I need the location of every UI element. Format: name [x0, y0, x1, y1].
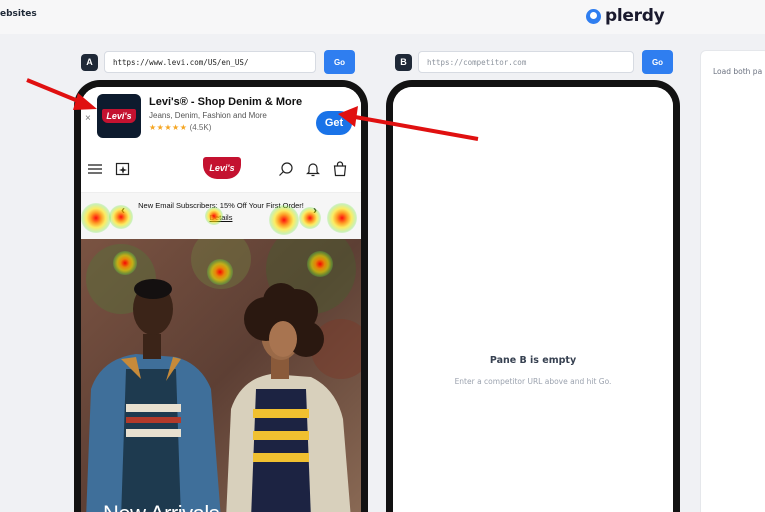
pane-b-url-row: B Go	[395, 50, 673, 74]
breadcrumb: ebsites	[0, 9, 37, 19]
app-subtitle: Jeans, Denim, Fashion and More	[149, 111, 267, 120]
chevron-right-icon[interactable]: ›	[313, 203, 317, 217]
pane-b-go-button[interactable]: Go	[642, 50, 673, 74]
site-nav: Levi's	[81, 147, 361, 193]
star-rating-icon: ★★★★★	[149, 123, 188, 132]
pane-a-url-row: A Go	[81, 50, 355, 74]
pane-b-url-input[interactable]	[418, 51, 634, 73]
side-panel: Load both pa	[700, 50, 765, 512]
bell-icon[interactable]	[305, 161, 321, 177]
promo-text: New Email Subscribers: 15% Off Your Firs…	[138, 201, 304, 210]
empty-state-title: Pane B is empty	[489, 355, 577, 366]
pane-a-url-input[interactable]	[104, 51, 316, 73]
get-app-button[interactable]: Get	[316, 111, 352, 135]
brand[interactable]: plerdy	[586, 6, 665, 26]
hero-title: New Arrivals	[103, 501, 220, 512]
phone-frame-a: × Levi's Levi's® - Shop Denim & More Jea…	[74, 80, 368, 512]
rating-count: (4.5K)	[189, 123, 212, 132]
app-install-banner: × Levi's Levi's® - Shop Denim & More Jea…	[81, 87, 361, 147]
phone-frame-b: Pane B is empty Enter a competitor URL a…	[386, 80, 680, 512]
phone-b-screen: Pane B is empty Enter a competitor URL a…	[393, 87, 673, 512]
sparkle-icon[interactable]	[115, 161, 131, 177]
close-icon[interactable]: ×	[85, 113, 91, 124]
search-icon[interactable]	[278, 161, 294, 177]
brand-name: plerdy	[605, 6, 665, 26]
hero-photo	[81, 239, 361, 512]
menu-icon[interactable]	[87, 161, 103, 177]
pane-a-go-button[interactable]: Go	[324, 50, 355, 74]
levis-app-logo: Levi's	[102, 109, 136, 123]
empty-state-hint: Enter a competitor URL above and hit Go.	[454, 377, 612, 386]
promo-banner: ‹ New Email Subscribers: 15% Off Your Fi…	[81, 193, 361, 239]
bag-icon[interactable]	[332, 161, 348, 177]
app-title: Levi's® - Shop Denim & More	[149, 96, 303, 108]
pane-a-badge: A	[81, 53, 98, 71]
levis-logo[interactable]: Levi's	[203, 157, 241, 179]
promo-details-link[interactable]: Details	[81, 213, 361, 222]
phone-a-screen: × Levi's Levi's® - Shop Denim & More Jea…	[81, 87, 361, 512]
app-rating: ★★★★★ (4.5K)	[149, 123, 211, 132]
plerdy-logo-icon	[586, 8, 601, 24]
top-bar: ebsites plerdy	[0, 0, 765, 34]
hero-image[interactable]: New Arrivals	[81, 239, 361, 512]
app-icon: Levi's	[97, 94, 141, 138]
side-panel-text: Load both pa	[713, 67, 763, 76]
pane-b-badge: B	[395, 53, 412, 71]
